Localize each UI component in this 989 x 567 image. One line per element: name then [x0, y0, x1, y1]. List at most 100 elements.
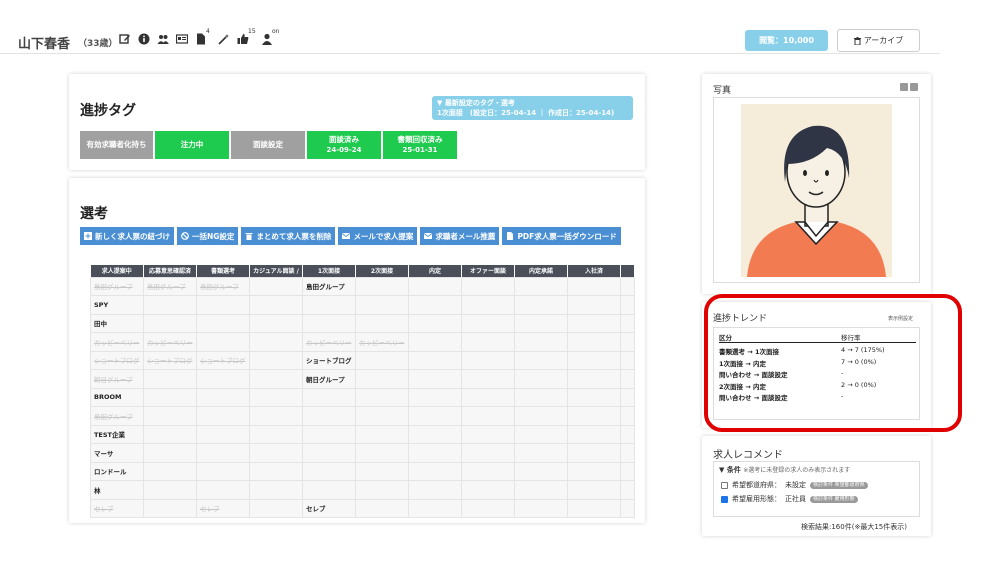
views-button[interactable]: 閲覧：10,000 — [745, 30, 828, 51]
table-cell — [249, 276, 303, 296]
table-cell[interactable]: ロンドール — [90, 461, 144, 481]
table-cell — [514, 350, 568, 370]
action-label: 求職者メール推薦 — [435, 231, 496, 241]
photo-edit-icon[interactable] — [900, 83, 908, 91]
table-cell[interactable]: ショートブログ — [90, 350, 144, 370]
table-cell — [249, 313, 303, 333]
action-button[interactable]: 求職者メール推薦 — [420, 227, 500, 245]
condition-label: ▼ 条件 — [719, 466, 741, 474]
info-icon[interactable] — [138, 33, 150, 45]
table-cell — [620, 387, 635, 407]
table-row: ロンドール — [90, 461, 635, 481]
table-cell[interactable]: 島田グループ — [302, 276, 356, 296]
selection-card: 選考 新しく求人票の紐づけ 一括NG設定 まとめて求人票を削除 メールで求人提案 求職者… — [69, 178, 645, 523]
column-header: 内定承諾 — [514, 265, 568, 277]
action-button[interactable]: PDF求人票一括ダウンロード — [502, 227, 621, 245]
table-cell — [143, 313, 197, 333]
table-cell[interactable]: カッピーベリー — [355, 332, 409, 352]
photo-delete-icon[interactable] — [910, 83, 918, 91]
table-cell — [249, 480, 303, 500]
table-cell[interactable]: 朝日グループ — [302, 369, 356, 389]
table-cell[interactable]: セレブ — [196, 498, 250, 518]
person-on-icon[interactable]: on — [261, 28, 279, 45]
action-button[interactable]: 新しく求人票の紐づけ — [80, 227, 174, 245]
table-cell — [461, 276, 515, 296]
tag-item[interactable]: 書類回収済み 25-01-31 — [383, 131, 457, 159]
magic-wand-icon[interactable] — [218, 33, 230, 45]
condition-pill: 検討条件 雇用形態 — [810, 495, 858, 503]
table-cell[interactable]: 島田グループ — [90, 276, 144, 296]
table-cell[interactable]: カッピーベリー — [143, 332, 197, 352]
table-cell[interactable]: 島田グループ — [143, 276, 197, 296]
condition-checkbox[interactable] — [721, 481, 728, 489]
tag-item[interactable]: 面談済み 24-09-24 — [307, 131, 381, 159]
tag-label: 有効求職者化持ち — [86, 140, 147, 149]
table-cell[interactable]: BROOM — [90, 387, 144, 407]
table-cell — [355, 313, 409, 333]
table-cell — [567, 480, 621, 500]
table-cell[interactable]: 林 — [90, 480, 144, 500]
table-cell — [620, 498, 635, 518]
table-cell — [355, 276, 409, 296]
action-button[interactable]: まとめて求人票を削除 — [241, 227, 336, 245]
table-row: 朝日グループ 朝日グループ — [90, 369, 635, 389]
thumbs-up-icon[interactable]: 15 — [237, 28, 256, 45]
condition-name: 希望雇用形態： — [732, 495, 781, 503]
table-cell[interactable]: マーサ — [90, 443, 144, 463]
recent-tag-box[interactable]: ▼ 最新設定のタグ・選考 1次面接 (設定日：25-04-14 ｜ 作成日：25… — [432, 96, 633, 120]
table-cell — [514, 424, 568, 444]
column-header: 1次面接 — [302, 265, 356, 277]
table-cell — [302, 406, 356, 426]
table-cell[interactable]: SPY — [90, 295, 144, 315]
archive-button[interactable]: アーカイブ — [837, 29, 920, 52]
table-cell — [143, 424, 197, 444]
action-label: 新しく求人票の紐づけ — [95, 231, 170, 241]
table-cell[interactable]: カッピーベリー — [90, 332, 144, 352]
table-cell[interactable]: 島田グループ — [90, 406, 144, 426]
table-cell — [196, 387, 250, 407]
table-cell — [461, 498, 515, 518]
table-cell[interactable]: ショートブログ — [302, 350, 356, 370]
tag-label: 面談設定 — [253, 140, 283, 149]
table-cell[interactable]: 朝日グループ — [90, 369, 144, 389]
condition-checkbox[interactable] — [721, 495, 728, 503]
table-cell[interactable]: カッピーベリー — [302, 332, 356, 352]
table-cell — [143, 498, 197, 518]
table-cell — [408, 461, 462, 481]
table-cell — [196, 461, 250, 481]
action-button[interactable]: メールで求人提案 — [338, 227, 418, 245]
table-row: ショートブログ ショートブログ ショートブログ ショートブログ — [90, 350, 635, 370]
table-cell — [302, 461, 356, 481]
table-cell — [620, 276, 635, 296]
table-cell — [514, 406, 568, 426]
table-cell — [567, 498, 621, 518]
table-cell — [355, 480, 409, 500]
table-cell[interactable]: ショートブログ — [196, 350, 250, 370]
edit-icon[interactable] — [119, 33, 131, 45]
recent-tag-title: ▼ 最新設定のタグ・選考 — [437, 99, 515, 107]
id-card-icon[interactable] — [176, 33, 188, 45]
table-cell[interactable]: 島田グループ — [196, 276, 250, 296]
table-cell[interactable]: 田中 — [90, 313, 144, 333]
table-cell — [355, 461, 409, 481]
trash-icon — [245, 233, 253, 240]
action-label: 一括NG設定 — [192, 231, 235, 241]
tag-item[interactable]: 注力中 — [155, 131, 229, 159]
tag-item[interactable]: 有効求職者化持ち — [80, 131, 153, 159]
table-cell — [567, 424, 621, 444]
table-cell[interactable]: ショートブログ — [143, 350, 197, 370]
table-cell — [514, 461, 568, 481]
table-cell[interactable]: セレブ — [90, 498, 144, 518]
document-icon[interactable]: 4 — [195, 28, 210, 45]
users-icon[interactable] — [157, 33, 169, 45]
table-cell[interactable]: セレブ — [302, 498, 356, 518]
tag-item[interactable]: 面談設定 — [231, 131, 305, 159]
condition-toggle[interactable]: ▼ 条件 ※選考に未登録の求人のみ表示されます — [719, 465, 850, 475]
table-cell[interactable]: TEST企業 — [90, 424, 144, 444]
action-button[interactable]: 一括NG設定 — [177, 227, 239, 245]
trend-highlight-frame — [704, 294, 962, 432]
table-cell — [567, 332, 621, 352]
recommend-conditions: ▼ 条件 ※選考に未登録の求人のみ表示されます 希望都道府県： 未設定 検討条件… — [713, 461, 920, 517]
tag-date: 24-09-24 — [326, 146, 362, 154]
table-cell — [620, 295, 635, 315]
